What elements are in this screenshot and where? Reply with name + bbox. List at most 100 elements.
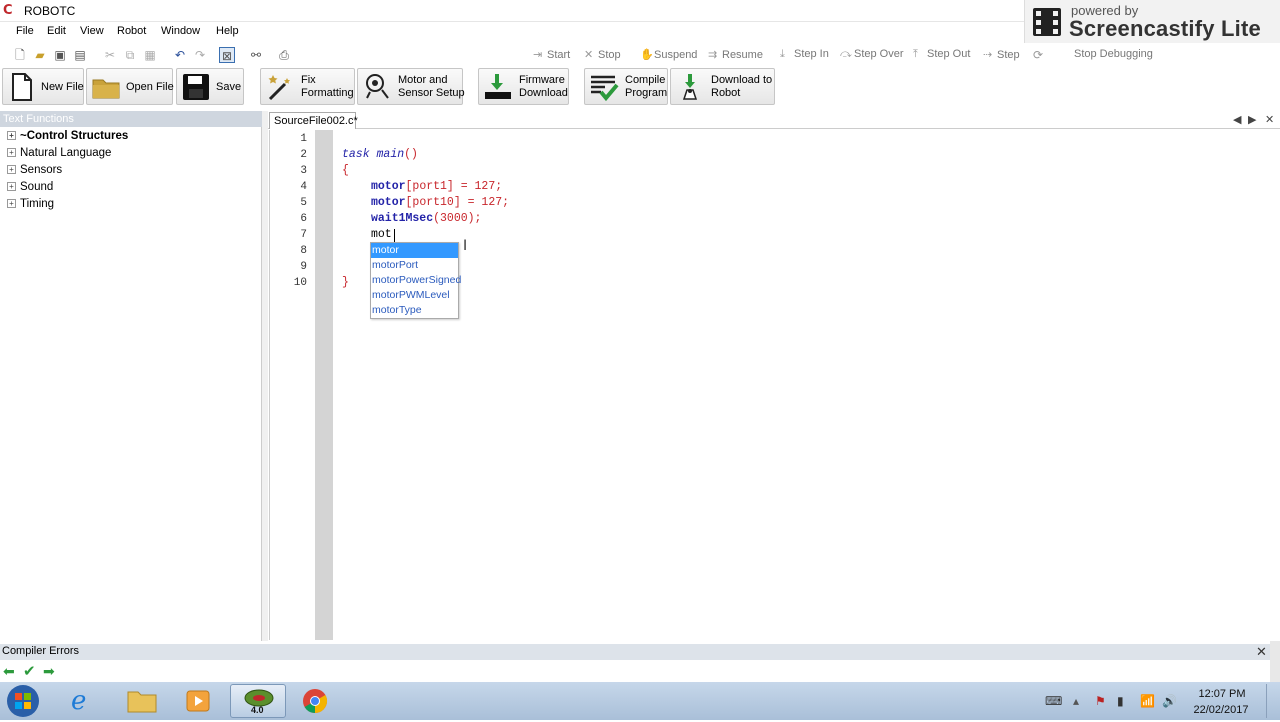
copy-icon[interactable]: ⧉: [122, 47, 138, 63]
step-in-icon: ⤓: [780, 48, 785, 60]
download-to-robot-button[interactable]: Download to Robot: [670, 68, 775, 105]
magic-wand-icon: [268, 75, 290, 101]
autocomplete-item[interactable]: motorPowerSigned: [371, 273, 461, 288]
debug-step-out-button[interactable]: ⤒ Step Out: [913, 48, 970, 61]
expand-icon[interactable]: +: [7, 165, 16, 174]
network-signal-icon[interactable]: 📶: [1140, 694, 1155, 708]
taskbar-internet-explorer[interactable]: e: [57, 684, 113, 718]
expand-icon[interactable]: +: [7, 148, 16, 157]
motor-sensor-setup-button[interactable]: Motor and Sensor Setup: [357, 68, 465, 105]
tray-up-arrow-icon[interactable]: ▴: [1073, 694, 1079, 708]
tree-item-natural-language[interactable]: + Natural Language: [7, 147, 111, 159]
editor-tab-strip: [268, 111, 1280, 129]
code-line-5: motor[port10] = 127;: [371, 196, 510, 209]
text-functions-header: Text Functions: [0, 111, 262, 127]
expand-icon[interactable]: +: [7, 182, 16, 191]
keyboard-icon[interactable]: ⌨: [1045, 694, 1062, 708]
menu-view[interactable]: View: [80, 25, 104, 37]
cut-icon[interactable]: ✂: [102, 47, 118, 63]
panel-splitter[interactable]: [262, 111, 268, 641]
taskbar-robotc[interactable]: 4.0: [230, 684, 286, 718]
autocomplete-item[interactable]: motorType: [371, 303, 458, 318]
debug-stop-button[interactable]: ✕ Stop: [584, 48, 621, 61]
fix-formatting-button[interactable]: Fix Formatting: [260, 68, 355, 105]
tree-item-sound[interactable]: + Sound: [7, 181, 53, 193]
expand-icon[interactable]: +: [7, 199, 16, 208]
media-player-icon: [186, 690, 210, 712]
start-icon: ⇥: [533, 49, 543, 61]
line-number: 2: [300, 149, 307, 161]
stop-icon: ✕: [584, 49, 594, 61]
volume-icon[interactable]: 🔊: [1162, 694, 1177, 708]
tab-sourcefile[interactable]: SourceFile002.c*: [269, 112, 358, 129]
window-title: ROBOTC: [24, 4, 76, 18]
menu-bar: File Edit View Robot Window Help: [0, 22, 1024, 42]
toggle-panel-icon[interactable]: ⊠: [219, 47, 235, 63]
menu-file[interactable]: File: [16, 25, 34, 37]
print-icon[interactable]: ⎙: [276, 47, 292, 63]
save-all-small-icon[interactable]: ▤: [72, 47, 88, 63]
tree-item-control-structures[interactable]: + ~Control Structures: [7, 130, 128, 142]
power-icon[interactable]: ▮: [1117, 694, 1124, 708]
menu-window[interactable]: Window: [161, 25, 200, 37]
line-number: 9: [300, 261, 307, 273]
compiler-errors-header: Compiler Errors: [0, 644, 1270, 660]
menu-help[interactable]: Help: [216, 25, 239, 37]
stop-debugging-button[interactable]: Stop Debugging: [1074, 48, 1153, 60]
taskbar-chrome[interactable]: [288, 684, 344, 718]
debug-suspend-button[interactable]: ✋Suspend: [640, 48, 697, 61]
start-button[interactable]: [4, 683, 42, 719]
windows-logo-icon: [7, 685, 39, 717]
compile-program-button[interactable]: Compile Program: [584, 68, 668, 105]
action-center-flag-icon[interactable]: ⚑: [1095, 694, 1106, 708]
close-compiler-errors-icon[interactable]: ✕: [1256, 644, 1267, 660]
open-folder-icon: [92, 79, 120, 99]
redo-icon[interactable]: ↷: [192, 47, 208, 63]
autocomplete-item[interactable]: motorPWMLevel: [371, 288, 458, 303]
check-icon[interactable]: ✔: [23, 662, 36, 680]
next-error-icon[interactable]: ➡: [43, 663, 55, 680]
find-binoculars-icon[interactable]: ⚯: [248, 47, 264, 63]
firmware-download-button[interactable]: Firmware Download: [478, 68, 569, 105]
debug-step-button[interactable]: ⇢ Step: [983, 48, 1020, 61]
tab-scroll-right-icon[interactable]: ▶: [1248, 113, 1256, 126]
debug-start-button[interactable]: ⇥ Start: [533, 48, 570, 61]
autocomplete-item[interactable]: motorPort: [371, 258, 458, 273]
line-number: 3: [300, 165, 307, 177]
motor-gear-icon: [366, 74, 389, 99]
close-tab-icon[interactable]: ✕: [1265, 113, 1274, 126]
tree-item-timing[interactable]: + Timing: [7, 198, 54, 210]
save-button[interactable]: Save: [176, 68, 244, 105]
tab-scroll-left-icon[interactable]: ◀: [1233, 113, 1241, 126]
film-strip-icon: [1033, 8, 1061, 36]
debug-refresh-icon[interactable]: ⟳: [1030, 47, 1046, 63]
taskbar-date[interactable]: 22/02/2017: [1190, 704, 1252, 716]
taskbar-file-explorer[interactable]: [114, 684, 170, 718]
line-number: 7: [300, 229, 307, 241]
new-file-button[interactable]: New File: [2, 68, 84, 105]
suspend-icon: ✋: [640, 49, 654, 61]
save-small-icon[interactable]: ▣: [52, 47, 68, 63]
menu-robot[interactable]: Robot: [117, 25, 146, 37]
folder-icon: [127, 691, 157, 713]
expand-icon[interactable]: +: [7, 131, 16, 140]
show-desktop-button[interactable]: [1266, 684, 1278, 718]
debug-resume-button[interactable]: ⇉ Resume: [708, 48, 763, 61]
debug-step-over-button[interactable]: ⤼ Step Over: [840, 48, 904, 61]
menu-edit[interactable]: Edit: [47, 25, 66, 37]
autocomplete-item[interactable]: motor: [371, 243, 458, 258]
open-file-button[interactable]: Open File: [86, 68, 174, 105]
taskbar-media-player[interactable]: [171, 684, 227, 718]
previous-error-icon[interactable]: ⬅: [3, 663, 15, 680]
errors-scrollbar[interactable]: [1270, 641, 1280, 682]
tree-item-sensors[interactable]: + Sensors: [7, 164, 62, 176]
debug-step-in-button[interactable]: ⤓ Step In: [780, 48, 829, 61]
open-folder-small-icon[interactable]: ▰: [32, 47, 48, 63]
line-number: 6: [300, 213, 307, 225]
paste-icon[interactable]: ▦: [142, 47, 158, 63]
new-file-small-icon[interactable]: 🗋: [12, 47, 28, 63]
line-number: 8: [300, 245, 307, 257]
taskbar-time[interactable]: 12:07 PM: [1195, 688, 1249, 700]
undo-icon[interactable]: ↶: [172, 47, 188, 63]
line-number: 1: [300, 133, 307, 145]
